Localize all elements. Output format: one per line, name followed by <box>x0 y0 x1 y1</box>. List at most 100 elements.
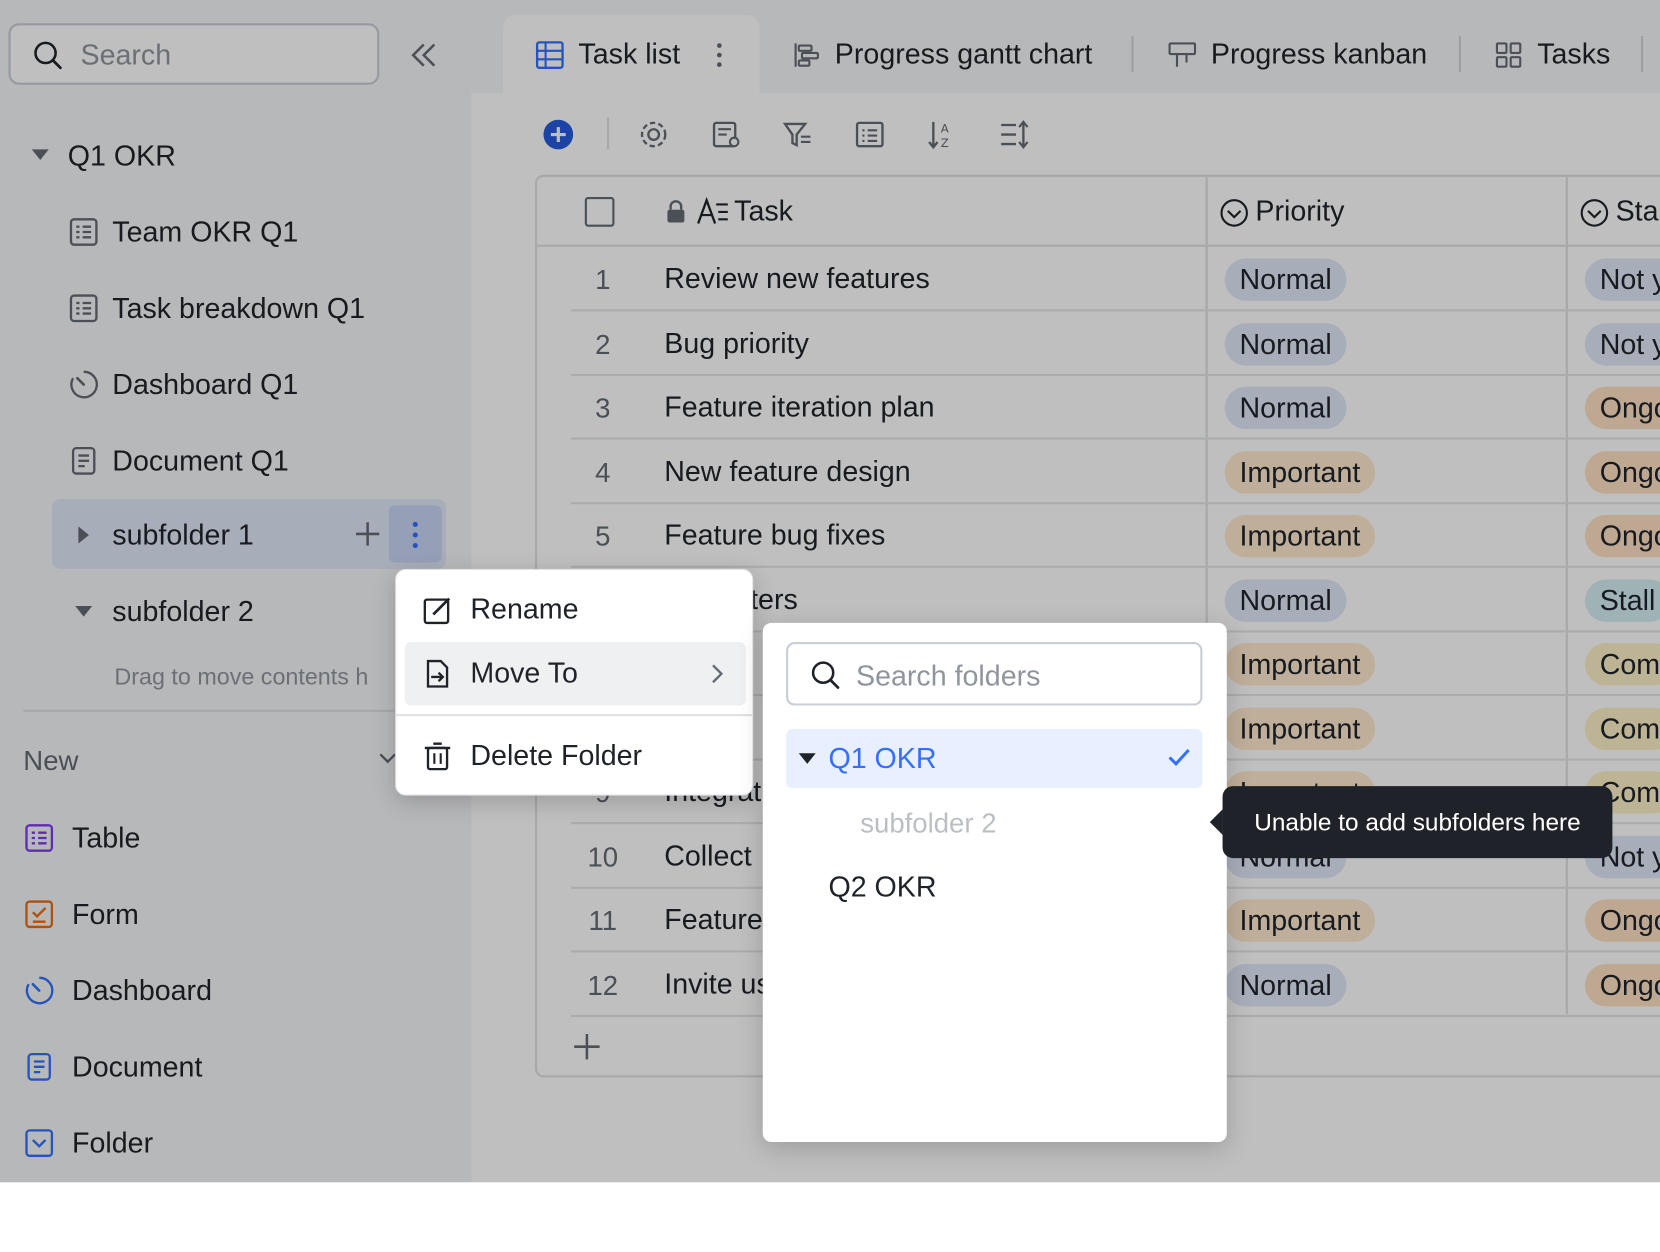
new-document[interactable]: Document <box>23 1038 447 1095</box>
row-number: 4 <box>595 456 611 488</box>
column-header-priority[interactable]: Priority <box>1255 195 1344 228</box>
tab-progress-kanban[interactable]: Progress kanban <box>1167 15 1442 93</box>
priority-tag: Important <box>1224 514 1376 558</box>
text-field-icon <box>696 196 730 228</box>
tree-root-q1-okr[interactable]: Q1 OKR <box>21 127 445 184</box>
task-cell[interactable]: Feature iteration plan <box>664 391 934 424</box>
status-tag: Ongo <box>1584 963 1660 1006</box>
table-row[interactable]: 3 Feature iteration plan Normal Ongo <box>571 376 1660 440</box>
table-row[interactable]: 1 Review new features Normal Not y <box>571 248 1660 312</box>
single-select-icon <box>1219 198 1249 228</box>
svg-text:A: A <box>941 121 949 135</box>
new-folder[interactable]: Folder <box>23 1114 447 1171</box>
table-icon <box>68 292 100 324</box>
more-options-button[interactable] <box>388 505 442 563</box>
new-item-label: Form <box>72 898 139 931</box>
folder-search-input[interactable]: Search folders <box>786 641 1203 706</box>
toolbar-divider <box>607 117 610 150</box>
row-height-button[interactable] <box>996 117 1032 153</box>
menu-item-label: Delete Folder <box>470 739 643 772</box>
folder-context-menu: Rename Move To Delete Folder <box>395 568 754 796</box>
caret-right-icon[interactable] <box>75 524 92 545</box>
status-tag: Com <box>1584 707 1660 750</box>
new-section-label: New <box>23 744 79 777</box>
settings-button[interactable] <box>636 117 672 153</box>
status-tag: Stall <box>1584 578 1660 622</box>
filter-button[interactable] <box>780 117 816 153</box>
tab-label: Progress kanban <box>1210 38 1428 70</box>
menu-item-delete-folder[interactable]: Delete Folder <box>405 725 746 789</box>
status-tag: Ongo <box>1584 899 1660 942</box>
tab-task-list[interactable]: Task list <box>503 14 760 94</box>
caret-down-icon[interactable] <box>30 146 51 163</box>
status-tag: Ongo <box>1584 514 1660 558</box>
table-icon <box>23 822 55 854</box>
tree-item-dashboard[interactable]: Dashboard Q1 <box>64 356 445 413</box>
new-form[interactable]: Form <box>23 886 447 943</box>
view-tab-bar: Task list Progress gantt chart Progress … <box>471 0 1660 94</box>
new-item-label: Folder <box>72 1127 154 1159</box>
tab-label: Tasks <box>1537 38 1611 70</box>
tree-item-task-breakdown[interactable]: Task breakdown Q1 <box>64 280 445 337</box>
status-tag: Ongo <box>1584 450 1660 494</box>
status-tag: Not y <box>1584 258 1660 301</box>
check-icon <box>1167 747 1190 768</box>
task-cell[interactable]: Collect <box>664 840 751 873</box>
select-all-checkbox[interactable] <box>584 197 615 227</box>
collapse-sidebar-icon[interactable] <box>407 38 441 72</box>
task-cell[interactable]: Feature bug fixes <box>664 519 885 552</box>
priority-tag: Normal <box>1224 578 1347 622</box>
sort-button[interactable]: AZ <box>924 117 960 153</box>
tree-item-label: subfolder 2 <box>112 595 254 628</box>
new-table[interactable]: Table <box>23 809 447 866</box>
priority-tag: Important <box>1224 899 1376 942</box>
tab-progress-gantt[interactable]: Progress gantt chart <box>791 15 1109 93</box>
tree-item-label: Document Q1 <box>112 444 289 477</box>
tab-tasks[interactable]: Tasks <box>1494 15 1642 93</box>
menu-item-label: Move To <box>470 656 578 689</box>
tree-item-subfolder-2[interactable]: subfolder 2 <box>52 583 446 640</box>
tooltip: Unable to add subfolders here <box>1209 786 1613 859</box>
table-row[interactable]: 2 Bug priority Normal Not y <box>571 312 1660 376</box>
task-cell[interactable]: Bug priority <box>664 327 809 360</box>
tree-item-document[interactable]: Document Q1 <box>64 432 445 489</box>
table-row[interactable]: 5 Feature bug fixes Important Ongo <box>571 504 1660 568</box>
row-number: 1 <box>595 263 611 296</box>
priority-tag: Normal <box>1224 386 1347 430</box>
dashboard-icon <box>68 369 100 401</box>
chevron-right-icon <box>710 663 725 684</box>
group-button[interactable] <box>852 117 888 153</box>
task-cell[interactable]: Review new features <box>664 263 930 296</box>
caret-down-icon[interactable] <box>797 750 818 767</box>
move-file-icon <box>422 658 454 690</box>
add-record-button[interactable] <box>540 117 576 153</box>
folder-option-q2-okr[interactable]: Q2 OKR <box>828 871 936 904</box>
column-header-task[interactable]: Task <box>734 195 793 228</box>
add-row-icon[interactable] <box>571 1031 603 1063</box>
folder-option-q1-okr[interactable]: Q1 OKR <box>786 728 1203 789</box>
field-settings-button[interactable] <box>708 117 744 153</box>
tab-label: Task list <box>578 38 681 70</box>
sidebar-search[interactable]: Search <box>8 23 380 85</box>
task-cell[interactable]: Invite us <box>664 968 771 1001</box>
task-cell[interactable]: Feature <box>664 904 763 937</box>
menu-item-rename[interactable]: Rename <box>405 578 746 642</box>
tree-root-label: Q1 OKR <box>67 139 176 172</box>
menu-item-move-to[interactable]: Move To <box>404 641 746 706</box>
folder-option-label: Q1 OKR <box>828 742 937 775</box>
task-cell[interactable]: New feature design <box>664 455 910 488</box>
new-dashboard[interactable]: Dashboard <box>23 962 447 1019</box>
column-header-status[interactable]: Sta <box>1616 195 1659 228</box>
tree-item-team-okr[interactable]: Team OKR Q1 <box>64 203 445 260</box>
status-tag: Ongo <box>1584 386 1660 430</box>
move-to-panel: Search folders Q1 OKR subfolder 2 Q2 OKR <box>762 622 1227 1143</box>
tree-item-subfolder-1[interactable]: subfolder 1 <box>51 498 447 569</box>
caret-down-icon[interactable] <box>73 603 94 620</box>
svg-text:Z: Z <box>941 136 949 150</box>
tab-divider <box>1131 36 1134 73</box>
new-section-header[interactable]: New <box>23 737 447 784</box>
add-icon[interactable] <box>353 519 383 549</box>
row-number: 3 <box>595 391 611 424</box>
tab-more-icon[interactable] <box>715 41 723 69</box>
table-row[interactable]: 4 New feature design Important Ongo <box>571 440 1660 504</box>
